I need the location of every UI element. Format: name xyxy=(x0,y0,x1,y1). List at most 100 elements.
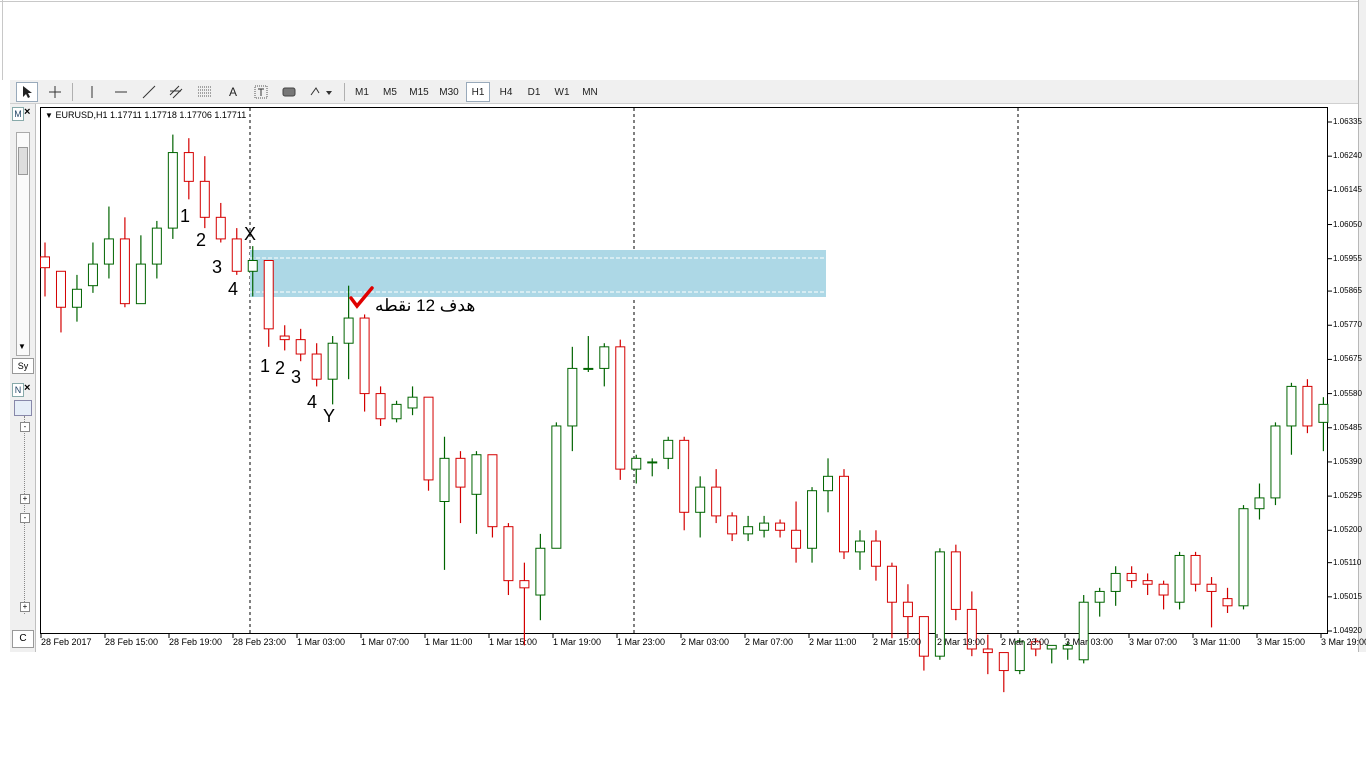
time-tick-label: 2 Mar 07:00 xyxy=(745,637,794,647)
candle-body xyxy=(215,216,226,240)
time-tick-label: 3 Mar 03:00 xyxy=(1065,637,1114,647)
time-tick-label: 28 Feb 15:00 xyxy=(105,637,159,647)
candle-body xyxy=(775,522,786,531)
price-tick-label: 1.04920 xyxy=(1333,626,1362,635)
candle-body xyxy=(87,263,98,287)
candle-body xyxy=(727,515,738,535)
time-tick-label: 1 Mar 07:00 xyxy=(361,637,410,647)
candle-body xyxy=(151,227,162,265)
candle-body xyxy=(199,180,210,218)
candle-body xyxy=(1302,385,1313,427)
candle-body xyxy=(791,529,802,549)
time-tick-label: 1 Mar 03:00 xyxy=(297,637,346,647)
target-pips-label: هدف 12 نقطه xyxy=(375,296,476,315)
label-down-3: 3 xyxy=(291,367,302,387)
time-tick-label: 3 Mar 11:00 xyxy=(1193,637,1241,647)
time-tick-label: 1 Mar 11:00 xyxy=(425,637,473,647)
time-tick-label: 3 Mar 19:00 xyxy=(1321,637,1366,647)
candle-body xyxy=(711,486,722,517)
candle-body xyxy=(503,526,514,582)
label-wave-1: 1 xyxy=(180,206,191,226)
candle-body xyxy=(647,461,658,464)
candle-body xyxy=(103,238,114,265)
supply-zone-rectangle xyxy=(250,250,826,297)
label-down-1: 1 xyxy=(260,356,271,376)
time-tick-label: 2 Mar 03:00 xyxy=(681,637,730,647)
candle-body xyxy=(854,540,865,553)
time-tick-label: 2 Mar 15:00 xyxy=(873,637,922,647)
label-wave-2: 2 xyxy=(196,230,207,250)
candle-body xyxy=(1126,572,1137,582)
price-tick-label: 1.05295 xyxy=(1333,491,1362,501)
candle-body xyxy=(311,353,322,380)
time-tick-label: 28 Feb 2017 xyxy=(41,637,92,647)
candle-body xyxy=(567,367,578,427)
price-tick-label: 1.05675 xyxy=(1333,354,1362,364)
time-tick-label: 2 Mar 19:00 xyxy=(937,637,986,647)
time-tick-label: 3 Mar 15:00 xyxy=(1257,637,1306,647)
candle-body xyxy=(375,393,386,420)
candle-body xyxy=(599,346,610,369)
label-x: X xyxy=(244,224,257,244)
candle-body xyxy=(231,238,242,272)
candle-body xyxy=(183,152,194,182)
label-wave-4: 4 xyxy=(228,279,239,299)
candle-body xyxy=(839,475,849,553)
time-tick-label: 1 Mar 15:00 xyxy=(489,637,538,647)
candle-body xyxy=(135,263,146,305)
candle-body xyxy=(327,342,338,380)
candle-body xyxy=(487,454,498,528)
price-tick-label: 1.05110 xyxy=(1333,557,1362,567)
candle-body xyxy=(1318,403,1329,423)
candle-body xyxy=(663,439,674,459)
chart-menu-triangle-icon[interactable]: ▼ xyxy=(45,111,53,120)
candle-body xyxy=(1238,508,1249,607)
candle-body xyxy=(279,335,290,341)
candle-body xyxy=(55,270,66,308)
candle-body xyxy=(1190,554,1201,585)
price-tick-label: 1.06050 xyxy=(1333,219,1362,229)
candle-body xyxy=(1286,385,1297,427)
candle-body xyxy=(615,346,626,470)
candle-body xyxy=(471,454,482,495)
candle-body xyxy=(1142,580,1153,585)
candle-body xyxy=(1094,590,1105,603)
price-tick-label: 1.05955 xyxy=(1333,253,1362,263)
candle-body xyxy=(439,457,450,503)
time-tick-label: 1 Mar 19:00 xyxy=(553,637,602,647)
candle-body xyxy=(167,152,178,229)
price-tick-label: 1.06335 xyxy=(1333,117,1362,126)
candle-body xyxy=(71,288,82,308)
symbol-quote-line: ▼ EURUSD,H1 1.17711 1.17718 1.17706 1.17… xyxy=(45,110,246,120)
time-tick-label: 2 Mar 23:00 xyxy=(1001,637,1050,647)
label-down-2: 2 xyxy=(275,358,286,378)
candle-body xyxy=(902,601,913,618)
time-tick-label: 1 Mar 23:00 xyxy=(617,637,666,647)
time-tick-label: 28 Feb 19:00 xyxy=(169,637,223,647)
candle-body xyxy=(886,565,897,603)
price-tick-label: 1.05580 xyxy=(1333,388,1362,398)
candle-body xyxy=(359,317,370,395)
price-tick-label: 1.05200 xyxy=(1333,525,1362,535)
candle-body xyxy=(1078,601,1089,661)
candle-body xyxy=(535,547,546,596)
candle-body xyxy=(119,238,130,305)
price-tick-label: 1.05015 xyxy=(1333,591,1362,601)
candle-body xyxy=(295,339,306,355)
candle-body xyxy=(1158,583,1169,596)
price-tick-label: 1.06145 xyxy=(1333,185,1362,195)
candle-body xyxy=(759,522,770,531)
candle-body xyxy=(455,457,466,488)
candle-body xyxy=(407,396,418,409)
price-tick-label: 1.05485 xyxy=(1333,422,1362,432)
time-tick-label: 28 Feb 23:00 xyxy=(233,637,287,647)
candle-body xyxy=(1254,497,1265,510)
candle-body xyxy=(1270,425,1281,499)
label-down-4: 4 xyxy=(307,392,318,412)
candle-body xyxy=(40,256,50,269)
candle-body xyxy=(1174,554,1185,603)
candle-body xyxy=(807,490,818,549)
candle-body xyxy=(1110,572,1121,592)
candle-body xyxy=(631,457,642,470)
candle-body xyxy=(263,259,274,330)
